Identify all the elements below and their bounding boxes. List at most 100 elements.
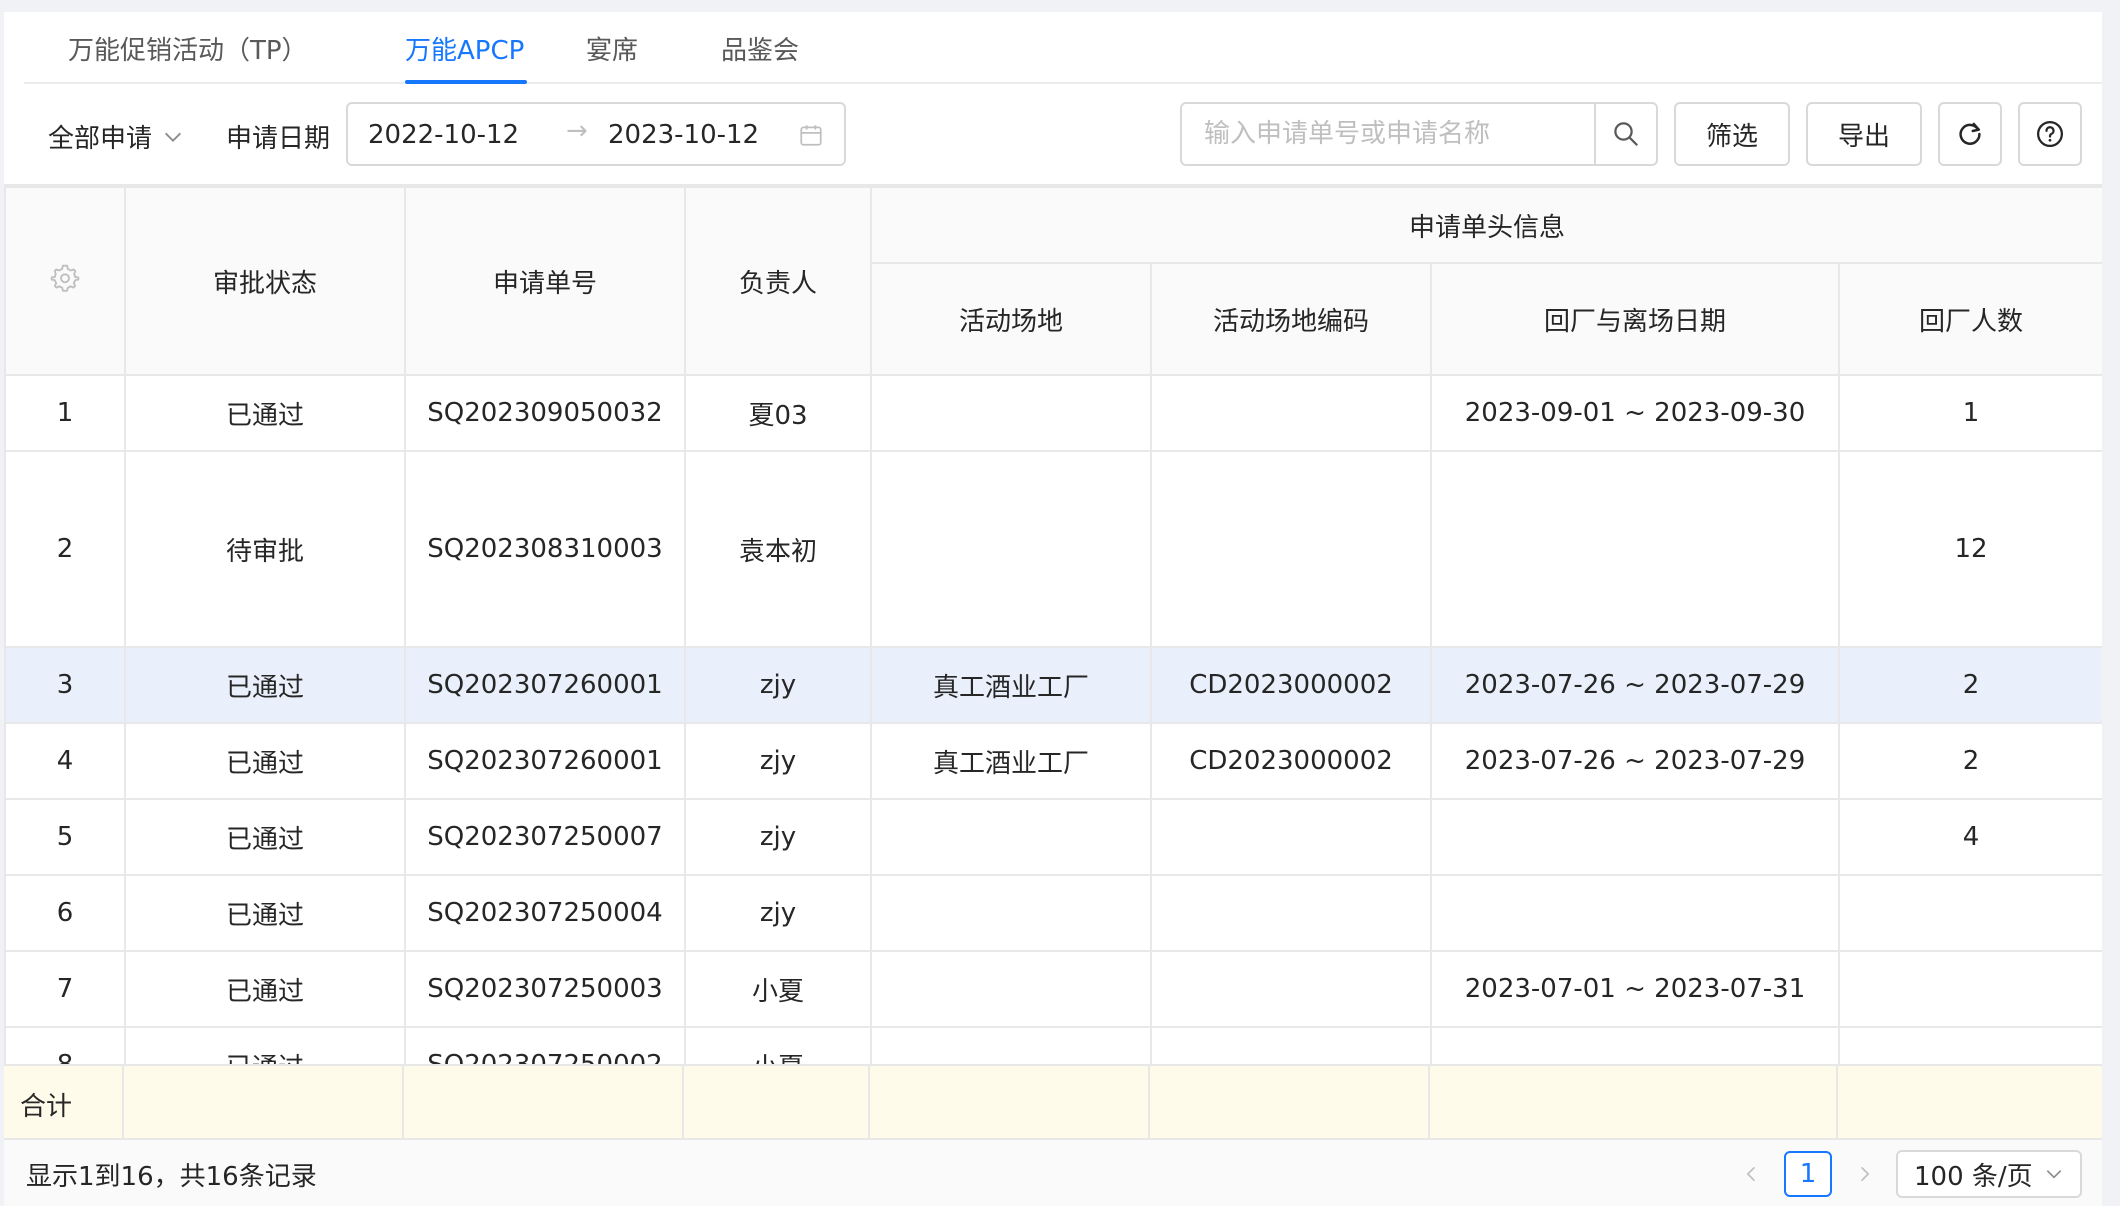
pagination: 1 100 条/页 <box>1734 1150 2082 1198</box>
prev-page-button[interactable] <box>1734 1152 1770 1196</box>
venue-cell <box>870 374 1152 452</box>
table-row[interactable]: 7 已通过 SQ202307250003 小夏 2023-07-01 ~ 2023-07… <box>4 950 2102 1028</box>
count-cell: 2 <box>1837 722 2102 800</box>
table-footer: 显示1到16，共16条记录 1 100 条/页 <box>4 1140 2102 1206</box>
owner-cell: zjy <box>684 798 872 876</box>
count-cell <box>1837 950 2102 1028</box>
summary-cell <box>1150 1066 1430 1138</box>
order-no-cell: SQ202307260001 <box>404 646 686 724</box>
row-index: 3 <box>4 646 126 724</box>
header-dates: 回厂与离场日期 <box>1430 262 1840 376</box>
row-index: 6 <box>4 874 126 952</box>
venue-cell <box>870 874 1152 952</box>
page-size-select[interactable]: 100 条/页 <box>1896 1150 2082 1198</box>
application-table: 审批状态 申请单号 负责人 申请单头信息 活动场地 活动场地编码 回厂与离场日期… <box>4 186 2102 1104</box>
order-no-cell: SQ202307250003 <box>404 950 686 1028</box>
next-page-button[interactable] <box>1846 1152 1882 1196</box>
table-row[interactable]: 4 已通过 SQ202307260001 zjy 真工酒业工厂 CD2023000002 2… <box>4 722 2102 800</box>
refresh-icon <box>1959 122 1981 145</box>
summary-cell <box>404 1066 684 1138</box>
count-cell: 12 <box>1837 450 2102 648</box>
status-cell: 已通过 <box>124 722 406 800</box>
venue-cell: 真工酒业工厂 <box>870 646 1152 724</box>
summary-label: 合计 <box>20 1092 73 1122</box>
owner-cell: 夏03 <box>684 374 872 452</box>
venue-cell <box>870 798 1152 876</box>
application-list-panel: 万能促销活动（TP） 万能APCP 宴席 品鉴会 全部申请 申请日期 2022-… <box>4 12 2102 1206</box>
venue-code-cell <box>1150 950 1432 1028</box>
tab-tasting[interactable]: 品鉴会 <box>721 30 799 67</box>
page-size-label: 100 条/页 <box>1914 1161 2033 1192</box>
data-table-container: 审批状态 申请单号 负责人 申请单头信息 活动场地 活动场地编码 回厂与离场日期… <box>4 184 2102 1134</box>
status-cell: 已通过 <box>124 950 406 1028</box>
filter-toolbar: 全部申请 申请日期 2022-10-12 → 2023-10-12 输入申请单号… <box>4 102 2102 168</box>
range-arrow-icon: → <box>566 116 588 146</box>
venue-code-cell <box>1150 450 1432 648</box>
dates-cell: 2023-07-26 ~ 2023-07-29 <box>1430 646 1840 724</box>
row-index: 1 <box>4 374 126 452</box>
help-icon <box>2037 121 2063 147</box>
export-button[interactable]: 导出 <box>1806 102 1922 166</box>
dates-cell <box>1430 450 1840 648</box>
row-index: 4 <box>4 722 126 800</box>
refresh-button[interactable] <box>1938 102 2002 166</box>
summary-cell <box>684 1066 870 1138</box>
header-count: 回厂人数 <box>1837 262 2102 376</box>
filter-button[interactable]: 筛选 <box>1674 102 1790 166</box>
status-cell: 待审批 <box>124 450 406 648</box>
status-cell: 已通过 <box>124 374 406 452</box>
owner-cell: zjy <box>684 722 872 800</box>
tab-tp-promotion[interactable]: 万能促销活动（TP） <box>68 30 308 67</box>
table-row[interactable]: 1 已通过 SQ202309050032 夏03 2023-09-01 ~ 2023-0… <box>4 374 2102 452</box>
owner-cell: zjy <box>684 646 872 724</box>
calendar-icon <box>800 125 822 146</box>
date-from[interactable]: 2022-10-12 <box>368 120 519 150</box>
table-row[interactable]: 3 已通过 SQ202307260001 zjy 真工酒业工厂 CD2023000002 2… <box>4 646 2102 724</box>
header-venue: 活动场地 <box>870 262 1152 376</box>
search-input[interactable] <box>1182 104 1594 164</box>
dates-cell <box>1430 874 1840 952</box>
table-row[interactable]: 6 已通过 SQ202307250004 zjy <box>4 874 2102 952</box>
venue-code-cell <box>1150 874 1432 952</box>
summary-cell <box>870 1066 1150 1138</box>
count-cell: 1 <box>1837 374 2102 452</box>
order-no-cell: SQ202309050032 <box>404 374 686 452</box>
row-index: 2 <box>4 450 126 648</box>
date-filter-label: 申请日期 <box>226 124 331 154</box>
order-no-cell: SQ202307250007 <box>404 798 686 876</box>
order-no-cell: SQ202308310003 <box>404 450 686 648</box>
scope-select[interactable]: 全部申请 <box>48 118 184 155</box>
summary-cell <box>124 1066 404 1138</box>
owner-cell: zjy <box>684 874 872 952</box>
row-index: 7 <box>4 950 126 1028</box>
tab-apcp[interactable]: 万能APCP <box>405 30 524 67</box>
summary-cell <box>1430 1066 1838 1138</box>
record-count-text: 显示1到16，共16条记录 <box>26 1162 317 1192</box>
status-cell: 已通过 <box>124 874 406 952</box>
column-settings-header[interactable] <box>4 186 126 376</box>
status-cell: 已通过 <box>124 646 406 724</box>
search-box <box>1180 102 1658 166</box>
venue-code-cell <box>1150 374 1432 452</box>
dates-cell: 2023-07-26 ~ 2023-07-29 <box>1430 722 1840 800</box>
page-number-button[interactable]: 1 <box>1784 1151 1832 1197</box>
table-row[interactable]: 5 已通过 SQ202307250007 zjy 4 <box>4 798 2102 876</box>
count-cell: 4 <box>1837 798 2102 876</box>
table-row[interactable]: 2 待审批 SQ202308310003 袁本初 12 <box>4 450 2102 648</box>
venue-cell <box>870 450 1152 648</box>
chevron-left-icon <box>1746 1166 1756 1182</box>
chevron-right-icon <box>1860 1166 1870 1182</box>
search-button[interactable] <box>1594 104 1656 164</box>
scope-select-label: 全部申请 <box>48 124 153 154</box>
order-no-cell: SQ202307260001 <box>404 722 686 800</box>
venue-code-cell: CD2023000002 <box>1150 722 1432 800</box>
header-owner: 负责人 <box>684 186 872 376</box>
tab-bar: 万能促销活动（TP） 万能APCP 宴席 品鉴会 <box>24 12 2102 84</box>
dates-cell <box>1430 798 1840 876</box>
venue-code-cell <box>1150 798 1432 876</box>
date-to[interactable]: 2023-10-12 <box>608 120 759 150</box>
help-button[interactable] <box>2018 102 2082 166</box>
tab-banquet[interactable]: 宴席 <box>586 30 638 67</box>
date-range-picker[interactable]: 2022-10-12 → 2023-10-12 <box>346 102 846 166</box>
search-icon <box>1614 122 1638 146</box>
